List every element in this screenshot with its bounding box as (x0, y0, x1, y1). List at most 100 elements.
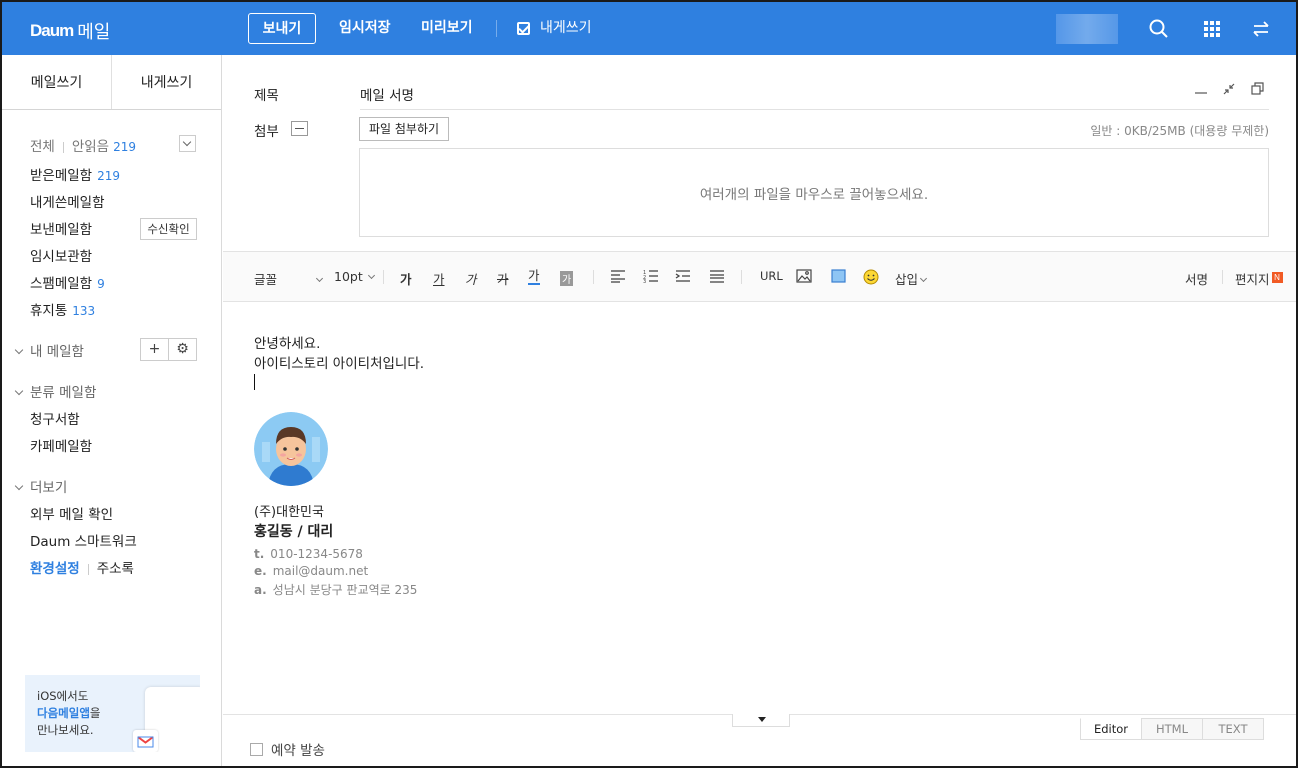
minimize-icon[interactable] (1193, 81, 1209, 97)
background-color-button[interactable]: 가 (560, 271, 574, 286)
font-color-button[interactable]: 가 (528, 269, 540, 285)
sidebar-item-bills[interactable]: 청구서함 (30, 408, 80, 428)
table-icon[interactable] (831, 269, 846, 286)
attach-file-button[interactable]: 파일 첨부하기 (359, 117, 449, 141)
filter-dropdown-icon[interactable] (179, 135, 196, 152)
chevron-down-icon (367, 271, 375, 280)
italic-button[interactable]: 가 (465, 269, 477, 288)
user-profile-blurred[interactable] (1056, 14, 1118, 44)
insert-dropdown[interactable]: 삽입 (895, 269, 928, 288)
apps-grid-icon[interactable] (1201, 18, 1223, 40)
size-label: 10pt (334, 269, 363, 284)
gear-icon[interactable]: ⚙ (168, 339, 196, 360)
email-value: mail@daum.net (272, 564, 369, 578)
daum-mail-logo[interactable]: Daum 메일 (30, 18, 110, 44)
send-button[interactable]: 보내기 (248, 13, 316, 44)
sidebar-item-inbox[interactable]: 받은메일함 219 (30, 164, 120, 184)
strikethrough-button[interactable]: 가 (497, 269, 509, 288)
self-write-toggle[interactable]: 내게쓰기 (517, 13, 592, 44)
emoticon-icon[interactable] (863, 269, 879, 288)
image-icon[interactable] (796, 269, 812, 286)
tab-html[interactable]: HTML (1141, 718, 1203, 740)
folder-label: 임시보관함 (30, 249, 93, 265)
add-mailbox-button[interactable]: + (141, 339, 168, 360)
promo-line: 다음메일앱을 (37, 705, 101, 722)
filter-all[interactable]: 전체 (30, 139, 55, 155)
section-category[interactable]: 분류 메일함 (14, 381, 96, 401)
subject-label: 제목 (254, 88, 279, 104)
folder-label: 스팸메일함 (30, 276, 93, 292)
address-book-link[interactable]: 주소록 (97, 561, 134, 577)
folder-count: 9 (97, 277, 105, 291)
file-dropzone[interactable]: 여러개의 파일을 마우스로 끌어놓으세요. (359, 148, 1269, 237)
section-my-mailbox[interactable]: 내 메일함 (14, 340, 84, 360)
promo-suffix: 을 (89, 706, 101, 720)
sidebar-item-drafts[interactable]: 임시보관함 (30, 245, 92, 265)
signature-avatar (254, 412, 328, 486)
filter-divider (62, 141, 64, 153)
align-left-icon[interactable] (610, 269, 626, 286)
phone-value: 010-1234-5678 (270, 547, 363, 561)
toolbar-divider (1222, 270, 1223, 284)
dropzone-hint: 여러개의 파일을 마우스로 끌어놓으세요. (699, 186, 929, 203)
sidebar-item-cafe[interactable]: 카페메일함 (30, 435, 92, 455)
attach-collapse-toggle[interactable] (291, 121, 308, 136)
save-draft-button[interactable]: 임시저장 (339, 13, 391, 44)
prefix: t. (254, 547, 265, 561)
tab-editor[interactable]: Editor (1080, 718, 1142, 740)
bold-button[interactable]: 가 (400, 269, 412, 288)
text-cursor (254, 374, 255, 390)
collapse-toggle[interactable] (732, 714, 790, 727)
compose-area: 제목 메일 서명 첨부 파일 첨부하기 일반 : 0KB/25MB (대용량 무… (223, 55, 1296, 766)
underline-button[interactable]: 가 (433, 269, 445, 288)
insert-url-button[interactable]: URL (760, 269, 783, 283)
prefix: e. (254, 564, 267, 578)
chevron-down-icon (315, 274, 324, 283)
sidebar-item-spam[interactable]: 스팸메일함 9 (30, 272, 105, 292)
sidebar: 메일쓰기 내게쓰기 전체 안읽음 219 받은메일함 219 내게쓴메일함 보낸메일함… (2, 55, 222, 766)
chevron-down-icon (14, 481, 24, 491)
unread-count: 219 (113, 140, 137, 154)
subject-input[interactable]: 메일 서명 (360, 84, 414, 104)
tab-compose[interactable]: 메일쓰기 (2, 55, 111, 109)
popout-icon[interactable] (1249, 81, 1265, 97)
checkbox-icon[interactable] (250, 742, 263, 756)
sidebar-item-external[interactable]: 외부 메일 확인 (30, 503, 113, 523)
reserve-send-option[interactable]: 예약 발송 (250, 739, 325, 759)
tab-text[interactable]: TEXT (1202, 718, 1264, 740)
insert-label: 삽입 (895, 272, 919, 287)
search-icon[interactable] (1148, 18, 1170, 40)
body-line: 안녕하세요. (254, 336, 321, 352)
chevron-down-icon (14, 345, 24, 355)
sidebar-item-smartwork[interactable]: Daum 스마트워크 (30, 530, 137, 550)
receipt-check-button[interactable]: 수신확인 (140, 218, 197, 240)
editor-toolbar: 글꼴 10pt 가 가 가 가 가 가 123 URL 삽입 서명 편지지 N (223, 251, 1296, 302)
line-spacing-icon[interactable] (709, 269, 725, 286)
sidebar-item-self-sent[interactable]: 내게쓴메일함 (30, 191, 105, 211)
mail-body-editor[interactable]: 안녕하세요. 아이티스토리 아이티처입니다. (254, 334, 424, 374)
signature-phone: t. 010-1234-5678 (254, 547, 363, 561)
stationery-button[interactable]: 편지지 N (1235, 269, 1283, 288)
indent-icon[interactable] (675, 269, 691, 286)
font-size-select[interactable]: 10pt (334, 269, 375, 284)
preview-button[interactable]: 미리보기 (421, 13, 473, 44)
toolbar-divider (593, 270, 594, 284)
sidebar-tabs: 메일쓰기 내게쓰기 (2, 55, 221, 110)
settings-link[interactable]: 환경설정 (30, 561, 80, 577)
section-more[interactable]: 더보기 (14, 476, 68, 496)
app-promo-banner[interactable]: iOS에서도 다음메일앱을 만나보세요. (25, 675, 200, 752)
sidebar-item-trash[interactable]: 휴지통 133 (30, 299, 95, 319)
signature-button[interactable]: 서명 (1185, 269, 1208, 288)
settings-row: 환경설정 주소록 (30, 557, 134, 577)
checkbox-icon (517, 22, 530, 35)
font-family-select[interactable]: 글꼴 (254, 269, 324, 288)
switch-icon[interactable] (1250, 18, 1272, 40)
sidebar-item-sent[interactable]: 보낸메일함 (30, 218, 92, 238)
folder-label: 휴지통 (30, 303, 68, 319)
section-label: 더보기 (30, 480, 68, 496)
numbered-list-icon[interactable]: 123 (643, 269, 659, 286)
tab-self-write[interactable]: 내게쓰기 (111, 55, 221, 109)
filter-unread[interactable]: 안읽음 (72, 139, 109, 155)
reserve-label: 예약 발송 (271, 743, 325, 759)
shrink-icon[interactable] (1221, 81, 1237, 97)
